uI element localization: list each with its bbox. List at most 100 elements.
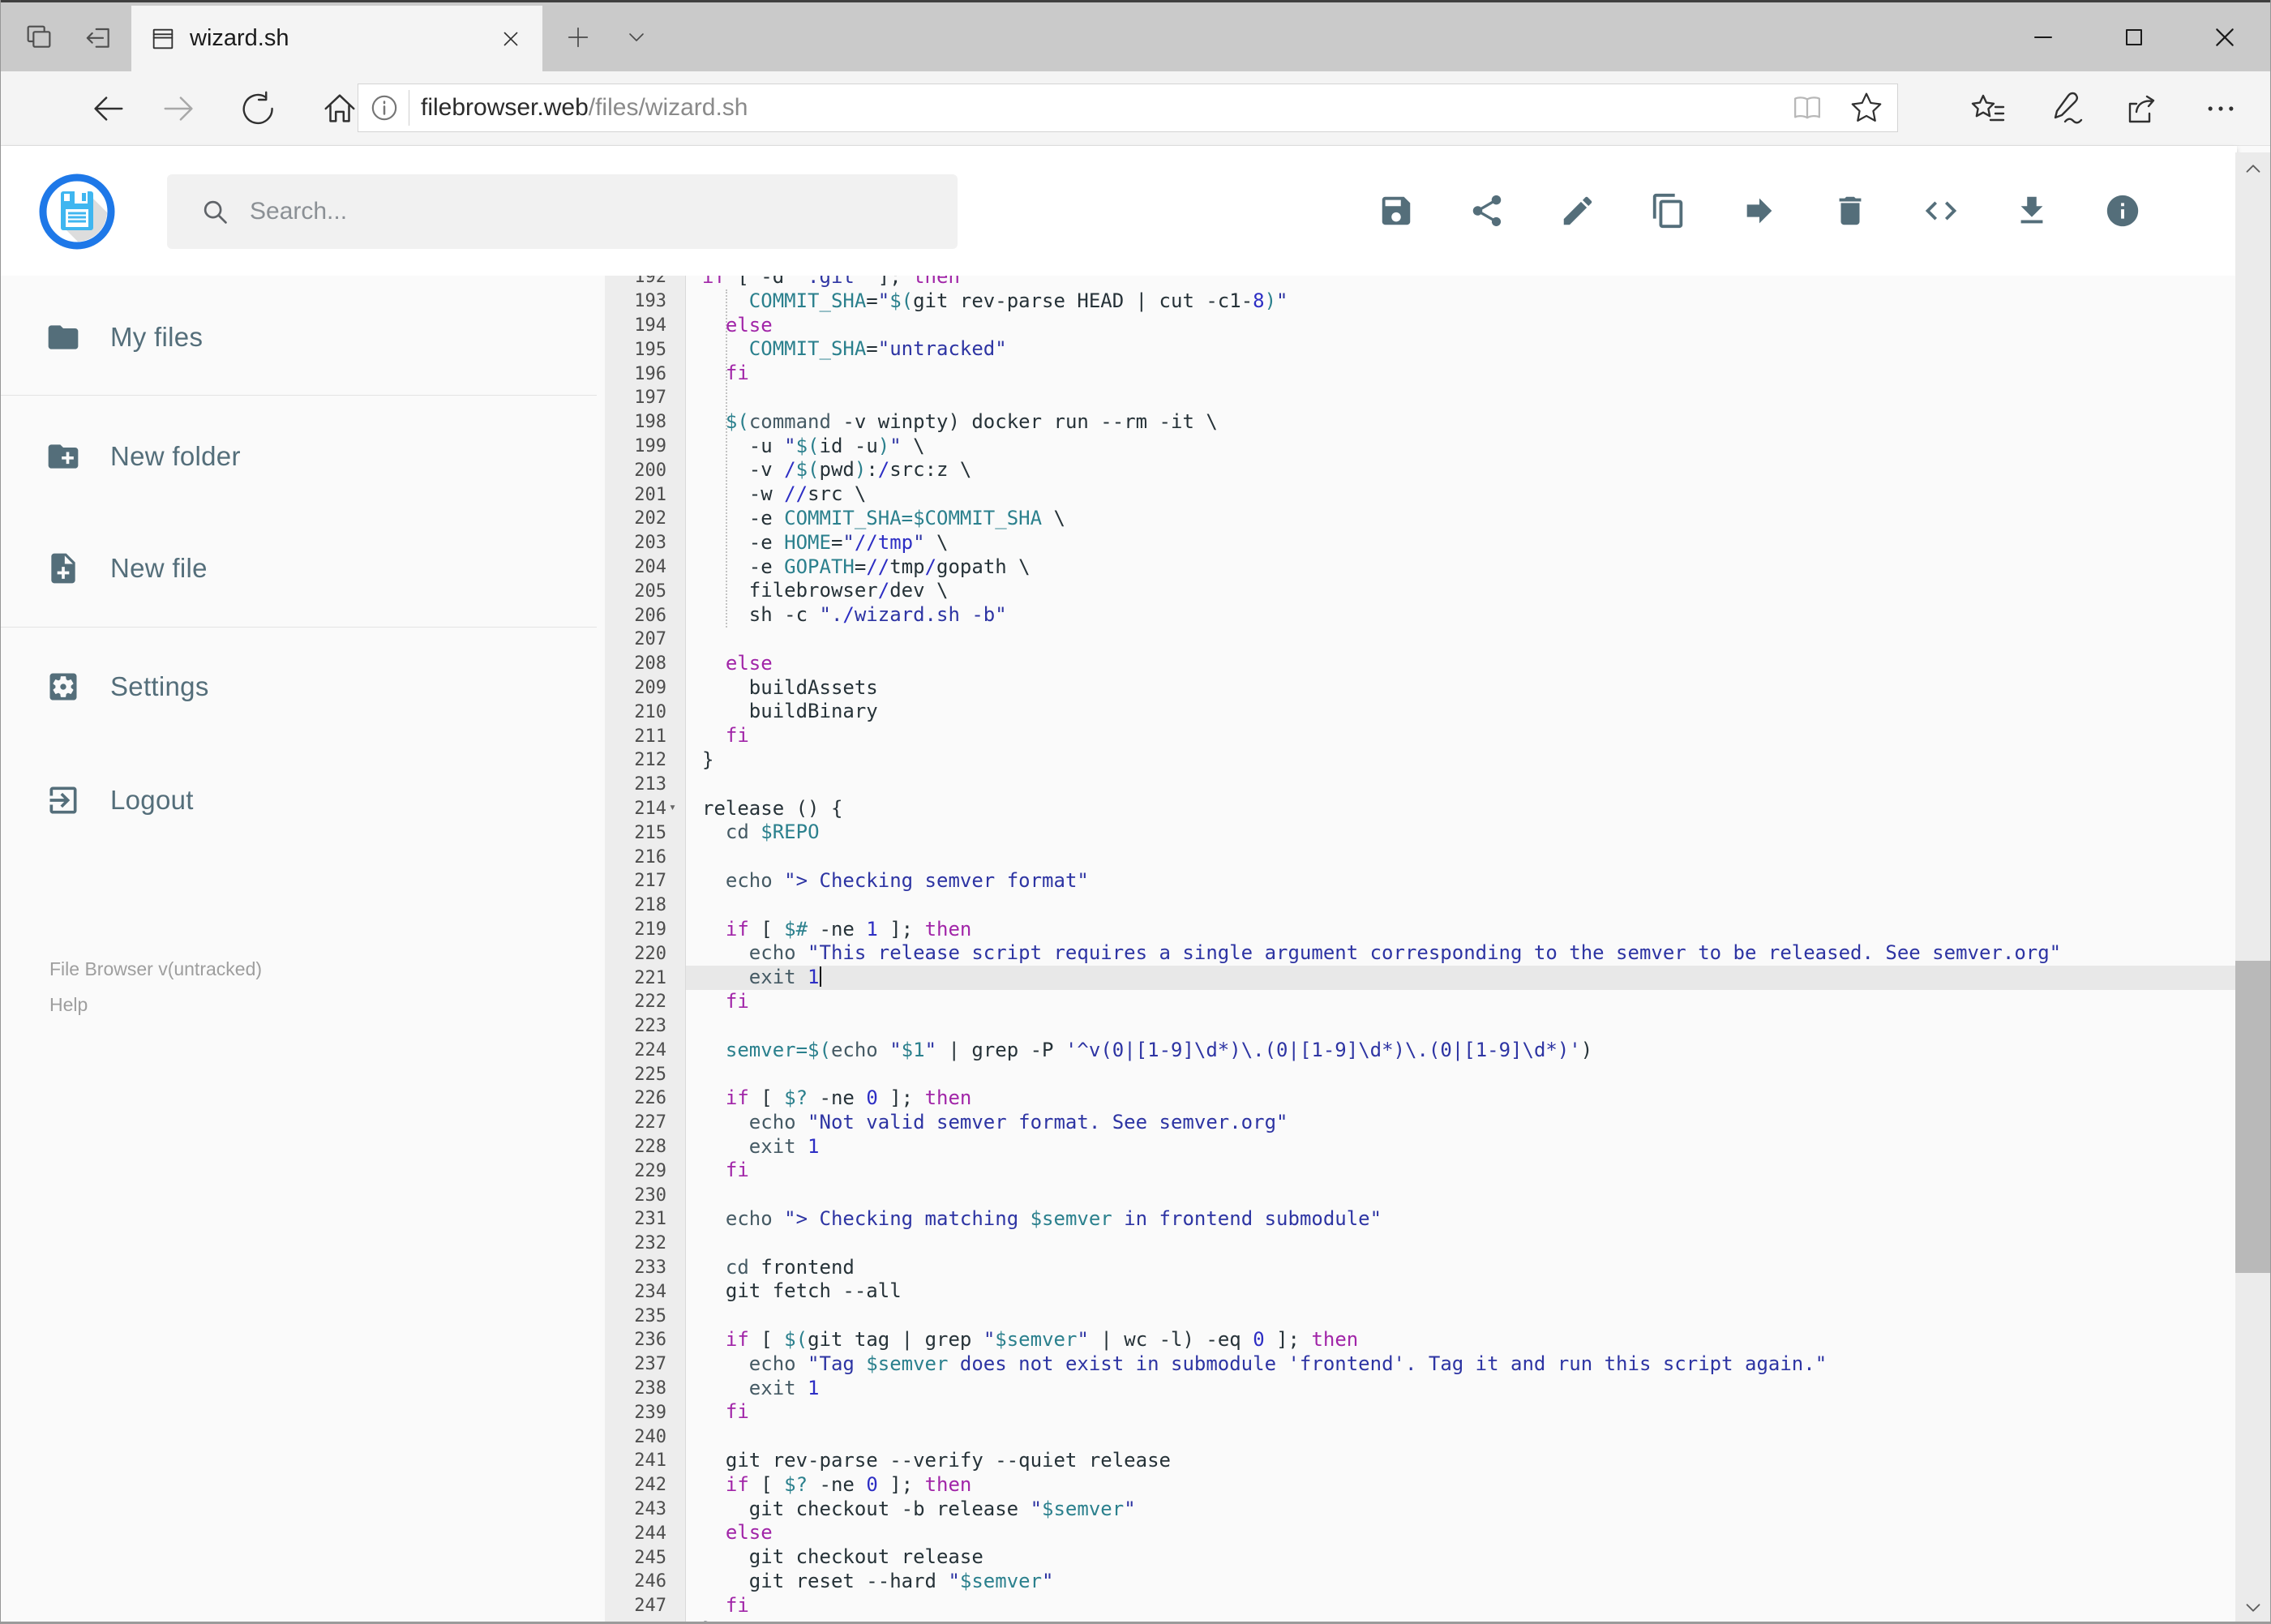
help-link[interactable]: Help [49,994,88,1016]
code-line[interactable]: 227 echo "Not valid semver format. See s… [605,1111,2235,1135]
code-line[interactable]: 223 [605,1014,2235,1039]
code-line[interactable]: 206 sh -c "./wizard.sh -b" [605,603,2235,628]
code-line[interactable]: 226 if [ $? -ne 0 ]; then [605,1086,2235,1111]
code-line[interactable]: 196 fi [605,362,2235,386]
new-tab-button[interactable] [555,2,601,71]
code-line[interactable]: 242 if [ $? -ne 0 ]; then [605,1473,2235,1498]
code-line[interactable]: 246 git reset --hard "$semver" [605,1570,2235,1594]
filebrowser-logo[interactable] [39,174,115,254]
code-line[interactable]: 219 if [ $# -ne 1 ]; then [605,918,2235,942]
code-line[interactable]: 214 ▾ release () { [605,797,2235,821]
code-line[interactable]: 229 fi [605,1159,2235,1183]
save-button[interactable] [1378,192,1415,229]
code-line[interactable]: 224 semver=$(echo "$1" | grep -P '^v(0|[… [605,1039,2235,1063]
code-line[interactable]: 193 COMMIT_SHA="$(git rev-parse HEAD | c… [605,289,2235,314]
code-line[interactable]: 239 fi [605,1400,2235,1425]
code-line[interactable]: 198 $(command -v winpty) docker run --rm… [605,410,2235,435]
code-line[interactable]: 232 [605,1232,2235,1256]
close-window-button[interactable] [2179,2,2270,71]
more-actions-button[interactable] [2193,81,2248,136]
share-page-button[interactable] [2114,81,2169,136]
search-box[interactable] [167,174,958,249]
code-line[interactable]: 205 filebrowser/dev \ [605,579,2235,603]
code-line[interactable]: 241 git rev-parse --verify --quiet relea… [605,1449,2235,1473]
set-tabs-aside-button[interactable] [72,2,126,71]
code-line[interactable]: 194 else [605,314,2235,338]
back-button[interactable] [80,81,135,136]
code-line[interactable]: 231 echo "> Checking matching $semver in… [605,1207,2235,1232]
delete-button[interactable] [1832,192,1869,229]
copy-button[interactable] [1650,192,1687,229]
tab-close-icon[interactable] [499,27,523,51]
info-button[interactable] [2104,192,2141,229]
download-button[interactable] [2013,192,2050,229]
code-line[interactable]: 244 else [605,1521,2235,1545]
code-line[interactable]: 228 exit 1 [605,1135,2235,1159]
code-line[interactable]: 200 -v /$(pwd):/src:z \ [605,458,2235,482]
scrollbar-thumb[interactable] [2235,961,2270,1273]
favorites-hub-button[interactable] [1961,81,2016,136]
tab-preview-button[interactable] [12,2,66,71]
sidebar-item-new-folder[interactable]: New folder [45,439,241,474]
code-line[interactable]: 209 buildAssets [605,676,2235,701]
code-line[interactable]: 204 -e GOPATH=//tmp/gopath \ [605,555,2235,580]
share-button[interactable] [1468,192,1506,229]
scroll-up-button[interactable] [2235,152,2270,185]
code-line[interactable]: 203 -e HOME="//tmp" \ [605,531,2235,555]
sidebar-item-my-files[interactable]: My files [45,319,203,355]
code-line[interactable]: 243 git checkout -b release "$semver" [605,1498,2235,1522]
code-line[interactable]: 210 buildBinary [605,700,2235,724]
code-line[interactable]: 218 [605,893,2235,918]
search-input[interactable] [248,197,958,226]
web-note-button[interactable] [2037,81,2093,136]
code-line[interactable]: 220 echo "This release script requires a… [605,941,2235,966]
code-line[interactable]: 233 cd frontend [605,1256,2235,1280]
code-line[interactable]: 237 echo "Tag $semver does not exist in … [605,1352,2235,1377]
browser-tab[interactable]: wizard.sh [131,6,542,71]
code-line[interactable]: 234 git fetch --all [605,1279,2235,1304]
code-line[interactable]: 197 [605,386,2235,410]
scroll-down-button[interactable] [2235,1592,2270,1624]
code-line[interactable]: 245 git checkout release [605,1545,2235,1570]
code-line[interactable]: 199 -u "$(id -u)" \ [605,435,2235,459]
code-line[interactable]: 212} [605,748,2235,773]
minimize-button[interactable] [1998,2,2089,71]
code-line[interactable]: 195 COMMIT_SHA="untracked" [605,337,2235,362]
code-line[interactable]: 211 fi [605,724,2235,748]
source-view-button[interactable] [1922,192,1960,229]
sidebar-item-settings[interactable]: Settings [45,669,209,705]
code-line[interactable]: 213 [605,773,2235,797]
code-line[interactable]: 238 exit 1 [605,1377,2235,1401]
code-line[interactable]: 240 [605,1425,2235,1449]
code-line[interactable]: 216 [605,845,2235,869]
forward-button[interactable] [152,81,207,136]
address-bar[interactable]: filebrowser.web/files/wizard.sh [358,84,1898,132]
favorite-star-icon[interactable] [1849,90,1884,126]
code-line[interactable]: 236 if [ $(git tag | grep "$semver" | wc… [605,1328,2235,1352]
code-line[interactable]: 215 cd $REPO [605,821,2235,845]
code-line[interactable]: 235 [605,1304,2235,1328]
code-line[interactable]: 202 -e COMMIT_SHA=$COMMIT_SHA \ [605,507,2235,531]
move-button[interactable] [1741,192,1778,229]
code-line[interactable]: 192 if [ -d ".git" ]; then [605,276,2235,289]
refresh-button[interactable] [232,81,287,136]
code-line[interactable]: 201 -w //src \ [605,482,2235,507]
code-line[interactable]: 221 exit 1 [605,966,2235,990]
rename-button[interactable] [1559,192,1596,229]
code-editor[interactable]: 192 if [ -d ".git" ]; then 193 COMMIT_SHA=… [605,276,2235,1624]
code-line[interactable]: 225 [605,1062,2235,1086]
code-line[interactable]: 222 fi [605,990,2235,1014]
code-line[interactable]: 217 echo "> Checking semver format" [605,869,2235,893]
sidebar-item-logout[interactable]: Logout [45,782,194,818]
site-info-icon[interactable] [368,92,401,124]
fold-marker-icon[interactable]: ▾ [669,800,676,813]
reading-view-icon[interactable] [1790,91,1824,125]
code-line[interactable]: 207 [605,628,2235,652]
page-scrollbar[interactable] [2235,152,2270,1624]
maximize-button[interactable] [2089,2,2179,71]
code-line[interactable]: 208 else [605,652,2235,676]
sidebar-item-new-file[interactable]: New file [45,551,208,586]
tab-list-button[interactable] [614,2,659,71]
code-line[interactable]: 230 [605,1183,2235,1207]
code-line[interactable]: 247 fi [605,1594,2235,1618]
